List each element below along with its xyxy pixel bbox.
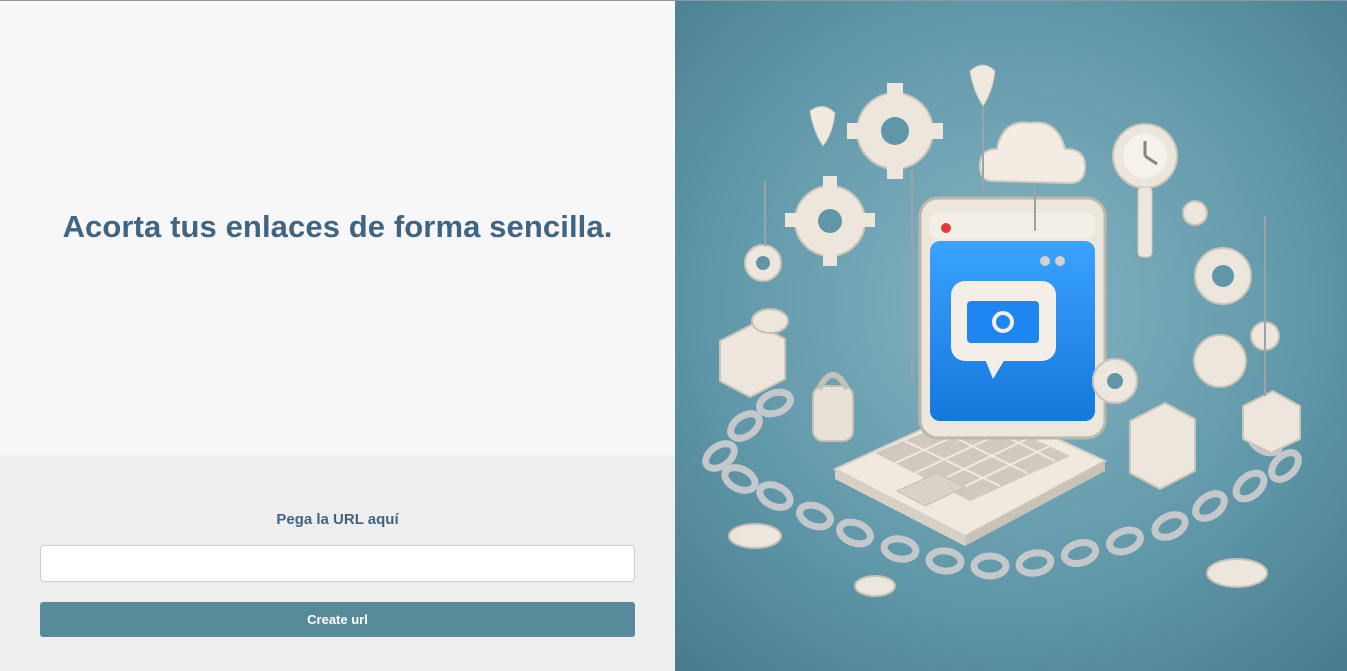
url-form: Pega la URL aquí Create url [0,455,675,671]
hero-illustration [675,1,1347,671]
url-label: Pega la URL aquí [276,511,399,528]
left-panel: Acorta tus enlaces de forma sencilla. Pe… [0,1,675,671]
link-shortener-illustration-icon [675,1,1347,671]
url-input[interactable] [40,545,635,582]
create-url-button[interactable]: Create url [40,602,635,637]
hero-section: Acorta tus enlaces de forma sencilla. [0,1,675,455]
page-headline: Acorta tus enlaces de forma sencilla. [62,209,613,244]
